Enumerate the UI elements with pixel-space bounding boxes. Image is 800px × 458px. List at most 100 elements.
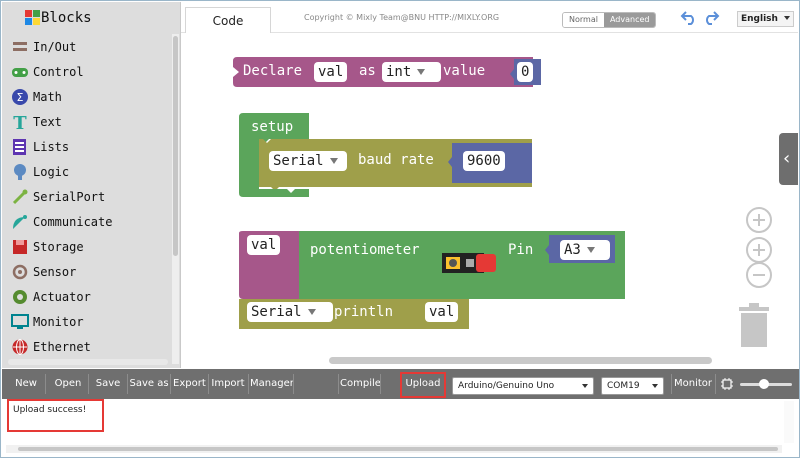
recenter-crosshair [758, 214, 760, 226]
monitor-button[interactable]: Monitor [673, 369, 713, 399]
text-icon: T [13, 113, 27, 131]
zoom-out-minus [753, 274, 765, 276]
language-select[interactable]: English [737, 11, 794, 27]
println-serial-dropdown[interactable]: Serial [247, 302, 333, 322]
upload-status-message: Upload success! [13, 405, 87, 415]
undo-icon[interactable] [680, 8, 698, 26]
output-console: Upload success! [2, 399, 799, 456]
sidebar-item-in-out[interactable]: In/Out [2, 35, 172, 59]
save-as-button[interactable]: Save as [129, 369, 169, 399]
number-field[interactable]: 0 [517, 62, 534, 82]
sidebar-item-sensor[interactable]: Sensor [2, 260, 172, 284]
scrollbar-thumb[interactable] [18, 447, 778, 451]
svg-text:T: T [13, 113, 27, 131]
output-horizontal-scrollbar[interactable] [6, 445, 782, 453]
tab-code[interactable]: Code [185, 7, 271, 34]
board-select[interactable]: Arduino/Genuino Uno [452, 377, 594, 395]
sidebar-item-label: Communicate [33, 215, 113, 229]
mode-toggle[interactable]: Normal Advanced [562, 12, 657, 28]
sidebar-item-serialport[interactable]: SerialPort [2, 185, 172, 209]
serial-dropdown[interactable]: Serial [269, 151, 347, 171]
sidebar-item-label: Math [33, 90, 62, 104]
zoom-in-plus [758, 244, 760, 256]
sidebar-item-label: In/Out [33, 40, 77, 54]
in-out-icon [13, 42, 27, 51]
sidebar-item-ethernet[interactable]: Ethernet [2, 335, 172, 359]
println-label: println [334, 304, 394, 320]
redo-icon[interactable] [702, 8, 720, 26]
block-workspace[interactable]: Declare val as int value 0 setup Serial [181, 33, 798, 368]
zoom-out-icon[interactable] [746, 262, 772, 288]
sensor-icon [12, 264, 28, 280]
sidebar-item-label: Text [33, 115, 62, 129]
sidebar-item-math[interactable]: Σ Math [2, 85, 172, 109]
port-select[interactable]: COM19 [601, 377, 664, 395]
baud-rate-field[interactable]: 9600 [463, 151, 505, 171]
copyright-text: Copyright © Mixly Team@BNU HTTP://MIXLY.… [304, 13, 500, 22]
chip-icon[interactable] [720, 377, 734, 391]
assign-variable-field[interactable]: val [247, 235, 281, 255]
app-window: Blocks In/Out Control Σ Math T Text List… [0, 0, 800, 458]
chevron-down-icon [329, 158, 338, 164]
variable-name-field[interactable]: val [314, 62, 348, 82]
sidebar-item-communicate[interactable]: Communicate [2, 210, 172, 234]
sidebar-horizontal-scrollbar[interactable] [8, 359, 168, 365]
output-vertical-scrollbar[interactable] [784, 401, 794, 443]
satellite-icon [13, 215, 27, 229]
type-dropdown[interactable]: int [382, 62, 441, 82]
collapse-panel-tab[interactable]: ‹ [779, 133, 798, 185]
language-value: English [741, 14, 778, 24]
mode-normal-button[interactable]: Normal [563, 13, 604, 27]
monitor-icon [11, 314, 29, 329]
toolbar-divider [208, 374, 209, 394]
import-button[interactable]: Import [211, 369, 245, 399]
lists-icon [13, 139, 26, 155]
println-argument[interactable]: val [425, 302, 459, 322]
save-button[interactable]: Save [91, 369, 125, 399]
as-label: as [359, 63, 376, 79]
export-button[interactable]: Export [173, 369, 206, 399]
pin-dropdown[interactable]: A3 [560, 240, 610, 260]
sidebar-item-text[interactable]: T Text [2, 110, 172, 134]
sidebar-item-monitor[interactable]: Monitor [2, 310, 172, 334]
sidebar-vertical-scrollbar[interactable] [172, 34, 179, 364]
gamepad-icon [12, 68, 28, 77]
recenter-icon[interactable] [746, 207, 772, 233]
zoom-slider-handle[interactable] [759, 379, 769, 389]
scrollbar-thumb[interactable] [173, 36, 178, 256]
mode-advanced-button[interactable]: Advanced [603, 13, 656, 27]
svg-text:Σ: Σ [17, 91, 24, 104]
ethernet-icon [12, 339, 28, 355]
potentiometer-module-icon [442, 253, 496, 273]
pin-value: A3 [564, 242, 581, 258]
toolbar-divider [380, 374, 381, 394]
sidebar-item-label: Lists [33, 140, 70, 154]
sidebar-item-lists[interactable]: Lists [2, 135, 172, 159]
sidebar-item-storage[interactable]: Storage [2, 235, 172, 259]
open-button[interactable]: Open [49, 369, 87, 399]
bottom-toolbar: New Open Save Save as Export Import Mana… [2, 369, 799, 399]
manager-button[interactable]: Manager [250, 369, 294, 399]
toolbar-divider [671, 374, 672, 394]
trash-icon[interactable] [737, 303, 771, 349]
baud-rate-label: baud rate [358, 152, 434, 168]
chevron-down-icon [586, 247, 595, 253]
toolbar-divider [338, 374, 339, 394]
toolbar-divider [248, 374, 249, 394]
sidebar-item-actuator[interactable]: Actuator [2, 285, 172, 309]
sidebar-item-logic[interactable]: Logic [2, 160, 172, 184]
chevron-down-icon [784, 16, 790, 20]
chevron-down-icon [417, 69, 426, 75]
chevron-down-icon [582, 384, 588, 388]
sidebar-item-label: Storage [33, 240, 84, 254]
toolbar-divider [293, 374, 294, 394]
zoom-in-icon[interactable] [746, 237, 772, 263]
bulb-icon [14, 164, 26, 180]
success-highlight-box [7, 399, 104, 432]
actuator-icon [13, 290, 27, 304]
compile-button[interactable]: Compile [340, 369, 381, 399]
new-button[interactable]: New [9, 369, 43, 399]
chevron-left-icon: ‹ [783, 148, 791, 169]
sidebar-item-control[interactable]: Control [2, 60, 172, 84]
workspace-horizontal-scrollbar[interactable] [329, 357, 712, 364]
